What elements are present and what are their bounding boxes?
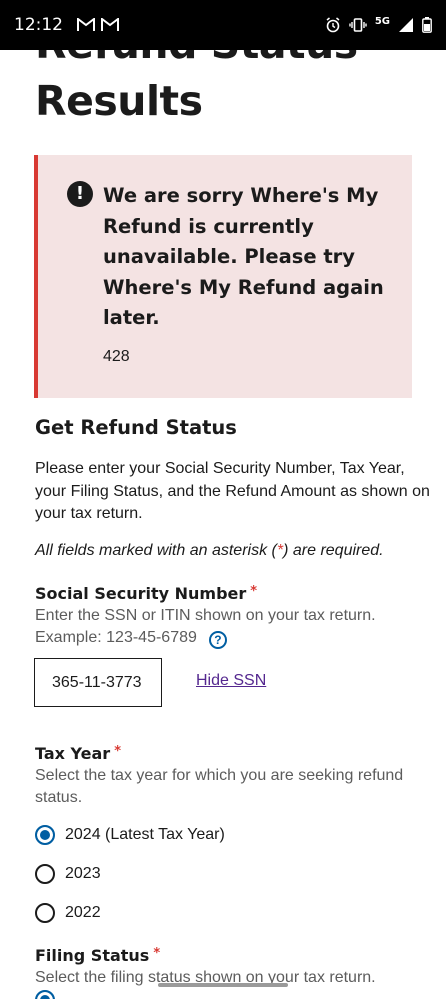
vibrate-icon [349, 18, 367, 32]
gmail-icon [101, 18, 119, 31]
home-indicator[interactable] [158, 983, 288, 987]
radio-label: 2022 [65, 904, 101, 921]
alert-heading: We are sorry Where's My Refund is curren… [103, 184, 384, 329]
radio-button-selected[interactable] [35, 825, 55, 845]
battery-icon [422, 17, 432, 33]
tax-year-label-text: Tax Year [35, 744, 111, 763]
signal-icon [399, 18, 413, 32]
page-title-line-2: Results [35, 77, 203, 125]
radio-button[interactable] [35, 864, 55, 884]
ssn-example: Example: 123-45-6789 [35, 629, 197, 646]
exclamation-circle-icon: ! [67, 181, 93, 207]
ssn-hint: Enter the SSN or ITIN shown on your tax … [35, 605, 435, 649]
radio-label: 2024 (Latest Tax Year) [65, 826, 225, 843]
required-asterisk: * [250, 584, 258, 599]
system-icons: 5G [325, 15, 432, 33]
tax-year-option-2022[interactable]: 2022 [35, 903, 101, 923]
required-asterisk: * [153, 946, 161, 961]
required-fields-note: All fields marked with an asterisk (*) a… [35, 542, 435, 560]
notification-icons [77, 18, 119, 32]
form-intro: Please enter your Social Security Number… [35, 460, 430, 522]
ssn-hint-line-1: Enter the SSN or ITIN shown on your tax … [35, 607, 376, 624]
gmail-icon [77, 18, 95, 31]
required-note-text-end: ) are required. [283, 542, 384, 559]
radio-button-selected[interactable] [35, 990, 55, 999]
ssn-input[interactable] [34, 658, 162, 707]
ssn-label: Social Security Number * [35, 584, 257, 603]
radio-label: 2023 [65, 865, 101, 882]
hide-ssn-link[interactable]: Hide SSN [196, 672, 266, 690]
alarm-icon [326, 17, 340, 33]
tax-year-hint: Select the tax year for which you are se… [35, 767, 404, 806]
filing-status-label-text: Filing Status [35, 946, 150, 965]
tax-year-label: Tax Year * [35, 744, 121, 763]
section-title: Get Refund Status [35, 416, 237, 439]
alert-error-code: 428 [103, 348, 130, 365]
network-type: 5G [374, 15, 390, 27]
required-note-text-start: All fields marked with an asterisk ( [35, 542, 277, 559]
tax-year-option-2023[interactable]: 2023 [35, 864, 101, 884]
filing-status-option[interactable] [35, 990, 65, 999]
status-time: 12:12 [14, 15, 63, 35]
radio-button[interactable] [35, 903, 55, 923]
question-circle-icon[interactable]: ? [208, 631, 227, 649]
ssn-hint-line-2: Example: 123-45-6789? [35, 627, 435, 649]
filing-status-label: Filing Status * [35, 946, 160, 965]
error-alert: ! We are sorry Where's My Refund is curr… [34, 155, 412, 398]
required-asterisk: * [114, 744, 122, 759]
page-content: Refund Status Results ! We are sorry Whe… [0, 0, 446, 999]
tax-year-option-2024[interactable]: 2024 (Latest Tax Year) [35, 825, 225, 845]
ssn-label-text: Social Security Number [35, 584, 247, 603]
status-bar: 12:12 5G [0, 0, 446, 50]
